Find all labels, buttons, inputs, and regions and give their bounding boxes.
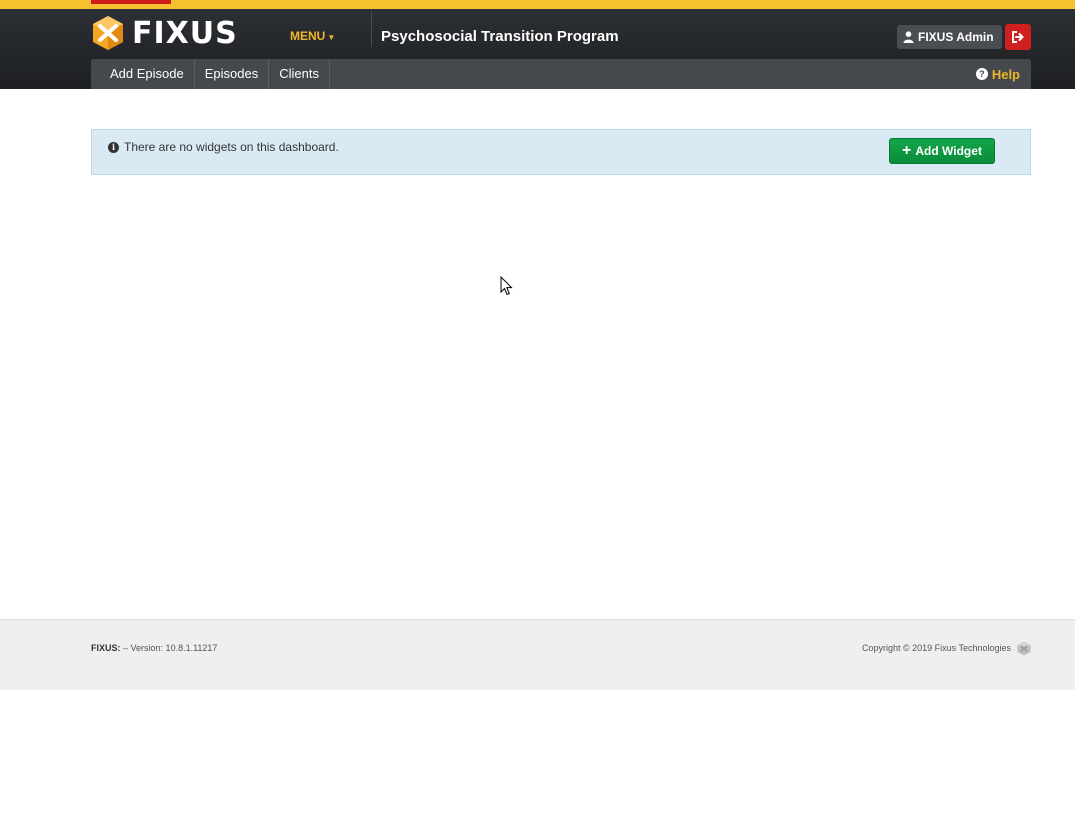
version-text: – Version: 10.8.1.11217: [123, 643, 218, 653]
add-widget-label: Add Widget: [915, 144, 982, 158]
user-account-button[interactable]: FIXUS Admin: [897, 25, 1002, 49]
fixus-footer-logo-icon: [1017, 641, 1031, 661]
version-info: FIXUS: – Version: 10.8.1.11217: [91, 643, 217, 653]
sign-out-icon: [1012, 31, 1024, 43]
subnav-item-episodes[interactable]: Episodes: [195, 59, 270, 89]
alert-message: i There are no widgets on this dashboard…: [108, 140, 339, 154]
top-accent-strip: [0, 0, 1075, 9]
menu-label: MENU: [290, 29, 326, 43]
help-label: Help: [991, 66, 1020, 82]
subnav-item-clients[interactable]: Clients: [269, 59, 330, 89]
fixus-logo-icon: [93, 16, 123, 50]
caret-down-icon: ▼: [327, 33, 336, 42]
header-divider: [371, 11, 372, 47]
menu-button[interactable]: MENU ▼: [290, 29, 335, 43]
user-name: FIXUS Admin: [918, 30, 994, 44]
add-widget-button[interactable]: + Add Widget: [889, 138, 995, 164]
footer: FIXUS: – Version: 10.8.1.11217 Copyright…: [0, 619, 1075, 690]
environment-tab: [91, 0, 171, 4]
empty-dashboard-alert: i There are no widgets on this dashboard…: [91, 129, 1031, 175]
footer-brand: FIXUS:: [91, 643, 121, 653]
logout-button[interactable]: [1005, 24, 1031, 50]
alert-text: There are no widgets on this dashboard.: [124, 140, 339, 154]
subnav-item-add-episode[interactable]: Add Episode: [91, 59, 195, 89]
app-header: FIXUS MENU ▼ Psychosocial Transition Prog…: [0, 9, 1075, 89]
info-icon: i: [108, 141, 119, 153]
plus-icon: +: [902, 142, 912, 159]
brand-name: FIXUS: [132, 15, 238, 51]
sub-navigation: Add Episode Episodes Clients ? Help: [91, 59, 1031, 89]
copyright-text: Copyright © 2019 Fixus Technologies: [861, 643, 1011, 653]
logo[interactable]: FIXUS: [90, 15, 238, 51]
user-icon: [903, 31, 914, 43]
mouse-cursor-icon: [500, 275, 514, 301]
program-title: Psychosocial Transition Program: [381, 28, 619, 45]
help-link[interactable]: ? Help: [975, 59, 1020, 89]
question-circle-icon: ?: [975, 68, 988, 80]
